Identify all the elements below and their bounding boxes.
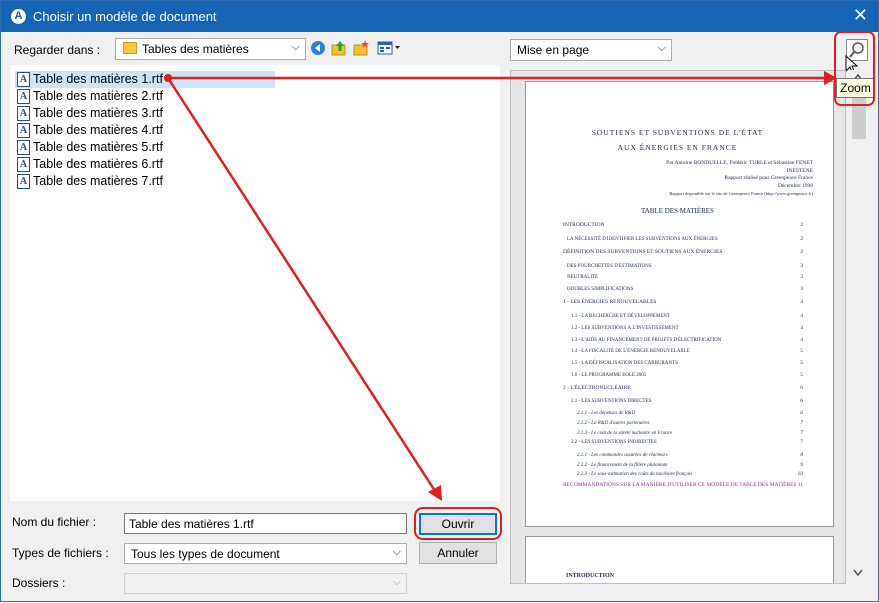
annotation-arrowhead — [428, 485, 442, 501]
annotation-arrow-line — [166, 77, 437, 492]
annotation-arrowhead — [824, 71, 837, 85]
annotation-arrows — [164, 71, 837, 501]
dialog-window: A Choisir un modèle de document ✕ Regard… — [0, 0, 879, 602]
